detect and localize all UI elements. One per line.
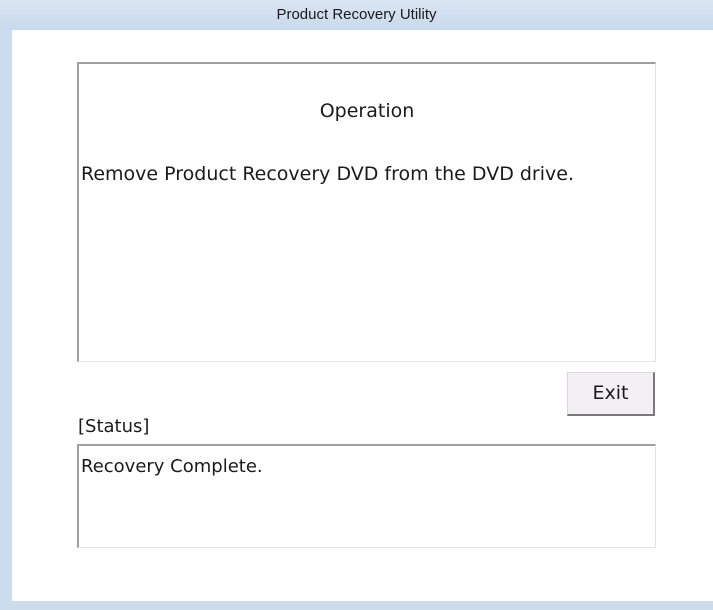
operation-message: Remove Product Recovery DVD from the DVD… [81,163,574,185]
exit-button[interactable]: Exit [567,372,655,416]
window-titlebar[interactable]: Product Recovery Utility [0,0,713,30]
recovery-window: Product Recovery Utility Operation Remov… [0,0,713,610]
operation-panel: Operation Remove Product Recovery DVD fr… [77,62,656,362]
window-bottom-border [0,601,713,610]
window-title: Product Recovery Utility [276,6,437,23]
status-text: Recovery Complete. [81,456,263,477]
window-client-area: Operation Remove Product Recovery DVD fr… [12,30,713,601]
status-label: [Status] [78,416,150,437]
status-panel: Recovery Complete. [77,444,656,548]
operation-heading: Operation [319,100,415,122]
